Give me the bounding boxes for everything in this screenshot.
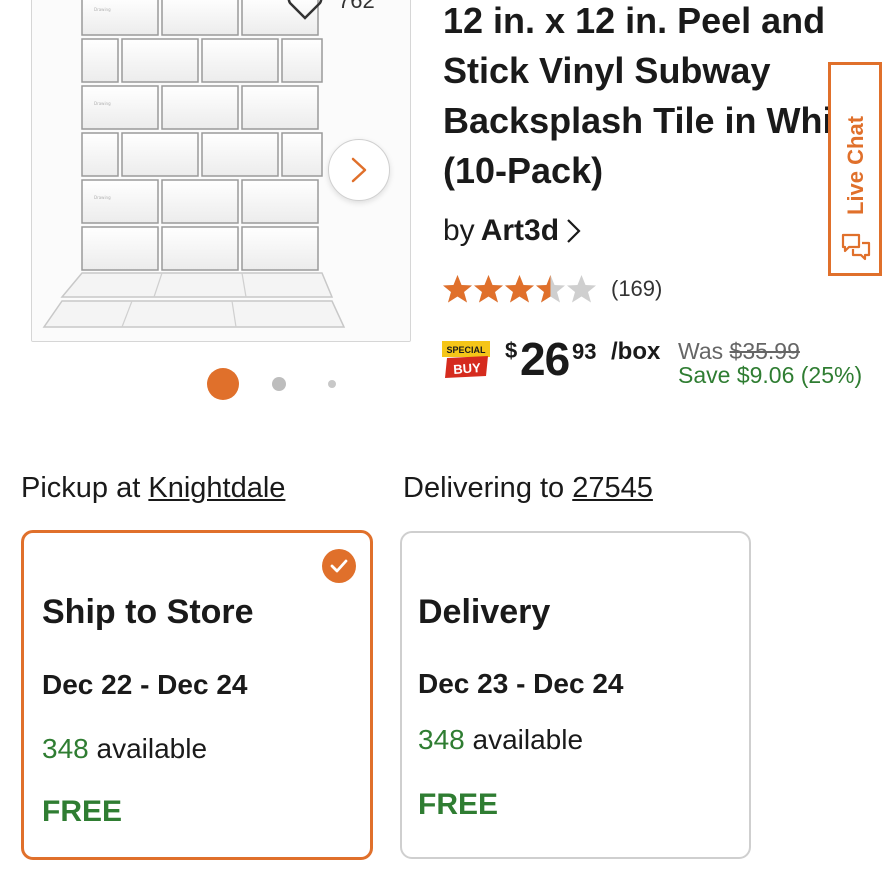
- review-count: (169): [611, 276, 663, 301]
- svg-text:Drawing: Drawing: [94, 195, 111, 200]
- by-label: by: [443, 214, 475, 247]
- chat-bubbles-icon: [841, 233, 871, 261]
- price-cents: 93: [572, 339, 597, 364]
- delivery-prefix: Delivering to: [403, 472, 565, 504]
- was-price: Was $35.99: [678, 338, 800, 365]
- option-availability: 348 available: [418, 724, 583, 756]
- live-chat-tab[interactable]: Live Chat: [828, 62, 882, 276]
- chevron-right-icon: [351, 157, 367, 183]
- price-block: SPECIAL BUY $ 26 93 /box Was $35.99 Save…: [442, 332, 882, 392]
- was-price-value: $35.99: [729, 338, 800, 364]
- svg-text:Drawing: Drawing: [94, 101, 111, 106]
- pickup-location: Pickup at Knightdale: [21, 472, 285, 505]
- live-chat-label: Live Chat: [843, 115, 868, 215]
- available-label: available: [472, 724, 584, 755]
- star-rating: [442, 274, 597, 304]
- price-unit: /box: [611, 338, 661, 365]
- image-carousel-dots: [205, 368, 345, 400]
- option-availability: 348 available: [42, 733, 207, 765]
- favorite-count: 762: [338, 0, 375, 13]
- option-price: FREE: [42, 795, 123, 828]
- badge-line1: SPECIAL: [446, 345, 486, 355]
- delivery-location: Delivering to 27545: [403, 472, 653, 505]
- brand-name: Art3d: [480, 214, 560, 247]
- chevron-right-icon: [567, 219, 581, 243]
- special-buy-badge: SPECIAL BUY: [442, 338, 490, 378]
- star-icon: [536, 275, 565, 303]
- savings-text: Save $9.06 (25%): [678, 362, 863, 388]
- pickup-prefix: Pickup at: [21, 472, 141, 504]
- star-icon: [505, 275, 534, 303]
- selected-check-icon: [322, 549, 356, 583]
- star-icon: [443, 275, 472, 303]
- favorite-heart-icon[interactable]: [285, 0, 325, 22]
- was-label: Was: [678, 338, 724, 364]
- option-price: FREE: [418, 788, 499, 821]
- available-count: 348: [42, 733, 89, 764]
- product-title: 12 in. x 12 in. Peel and Stick Vinyl Sub…: [443, 0, 865, 191]
- option-title: Delivery: [418, 593, 551, 631]
- delivery-option[interactable]: Delivery Dec 23 - Dec 24 348 available F…: [400, 531, 751, 859]
- svg-text:Drawing: Drawing: [94, 7, 111, 12]
- option-title: Ship to Store: [42, 593, 254, 631]
- rating-summary[interactable]: (169): [442, 274, 662, 304]
- price-currency: $: [505, 338, 518, 363]
- star-icon: [474, 275, 503, 303]
- brand-link[interactable]: by Art3d: [443, 214, 581, 248]
- available-count: 348: [418, 724, 465, 755]
- carousel-dot[interactable]: [328, 380, 336, 388]
- available-label: available: [96, 733, 208, 764]
- next-image-button[interactable]: [328, 139, 390, 201]
- option-dates: Dec 23 - Dec 24: [418, 668, 624, 699]
- badge-line2: BUY: [453, 360, 482, 377]
- price-dollars: 26: [520, 333, 570, 385]
- zip-link[interactable]: 27545: [572, 472, 653, 504]
- ship-to-store-option[interactable]: Ship to Store Dec 22 - Dec 24 348 availa…: [21, 530, 373, 860]
- option-dates: Dec 22 - Dec 24: [42, 669, 248, 700]
- carousel-dot-active[interactable]: [207, 368, 239, 400]
- star-icon: [567, 275, 596, 303]
- carousel-dot[interactable]: [272, 377, 286, 391]
- store-link[interactable]: Knightdale: [148, 472, 285, 504]
